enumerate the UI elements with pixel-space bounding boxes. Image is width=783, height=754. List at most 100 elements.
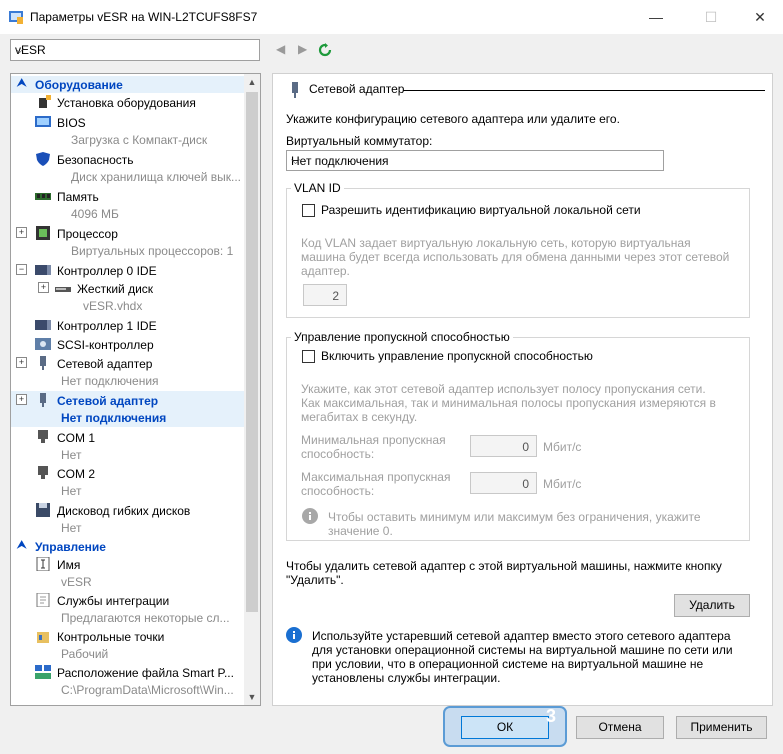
legacy-adapter-info: при условии, что в операционной системе …	[312, 657, 704, 671]
bandwidth-description: мегабитах в секунду.	[301, 410, 418, 424]
vlan-checkbox[interactable]	[302, 204, 315, 217]
scroll-up-icon[interactable]: ▲	[244, 74, 260, 90]
min-bandwidth-label: Минимальная пропускная	[301, 433, 446, 447]
bandwidth-info-text: Чтобы оставить минимум или максимум без …	[328, 510, 701, 524]
tree-item-com1[interactable]: COM 1 Нет	[11, 429, 244, 463]
legacy-adapter-info: для установки операционной системы на ви…	[312, 643, 733, 657]
tree-item-network-adapter-selected[interactable]: + Сетевой адаптер Нет подключения	[11, 391, 244, 427]
tree-item-ide-controller-0[interactable]: − Контроллер 0 IDE	[11, 262, 244, 280]
ide-controller-icon	[35, 265, 51, 275]
expand-icon[interactable]: +	[16, 394, 27, 405]
bandwidth-description: Как максимальная, так и минимальная поло…	[301, 396, 716, 410]
tree-item-memory[interactable]: Память 4096 МБ	[11, 188, 244, 222]
chevron-down-icon: ⌵	[15, 42, 25, 56]
network-adapter-icon	[40, 393, 46, 407]
max-bandwidth-label: способность:	[301, 484, 375, 498]
bandwidth-checkbox[interactable]	[302, 350, 315, 363]
tree-item-name[interactable]: Имя vESR	[11, 556, 244, 590]
name-field-icon	[36, 557, 50, 571]
com-port-icon	[38, 430, 48, 443]
forward-arrow-icon[interactable]: ▶	[298, 42, 307, 56]
shield-icon	[36, 152, 50, 166]
legacy-adapter-info: установлены службы интеграции.	[312, 671, 501, 685]
step-badge: 3	[546, 706, 557, 726]
scroll-thumb[interactable]	[246, 92, 258, 612]
minimize-button[interactable]: —	[633, 0, 679, 34]
tree-item-ide-controller-1[interactable]: Контроллер 1 IDE	[11, 317, 244, 335]
bandwidth-info-text: значение 0.	[328, 524, 393, 538]
settings-panel: Сетевой адаптер Укажите конфигурацию сет…	[272, 73, 773, 706]
title-divider	[403, 90, 765, 91]
tree-item-security[interactable]: Безопасность Диск хранилища ключей вык..…	[11, 151, 244, 185]
floppy-icon	[36, 503, 50, 517]
vm-select[interactable]: vESR ⌵	[10, 39, 260, 61]
virtual-switch-select[interactable]: Нет подключения ⌵	[286, 150, 664, 171]
back-arrow-icon[interactable]: ◀	[276, 42, 285, 56]
processor-icon	[36, 226, 50, 240]
tree-item-add-hardware[interactable]: Установка оборудования	[11, 94, 244, 112]
toolbar: vESR ⌵ ◀ ▶	[0, 34, 783, 68]
close-button[interactable]: ✕	[737, 0, 783, 34]
min-bandwidth-label: способность:	[301, 447, 375, 461]
collapse-node-icon[interactable]: −	[16, 264, 27, 275]
integration-services-icon	[36, 593, 50, 607]
add-hardware-icon	[39, 95, 51, 108]
scsi-controller-icon	[35, 338, 51, 350]
remove-instruction: Чтобы удалить сетевой адаптер с этой вир…	[286, 559, 722, 573]
scroll-down-icon[interactable]: ▼	[244, 689, 260, 705]
vlan-description: Код VLAN задает виртуальную локальную се…	[301, 236, 691, 250]
switch-label: Виртуальный коммутатор:	[286, 134, 433, 148]
bandwidth-group-label: Управление пропускной способностью	[291, 330, 513, 344]
apply-button[interactable]: Применить	[676, 716, 767, 739]
ide-controller-icon	[35, 320, 51, 330]
management-section-header[interactable]: ⮝ Управление	[11, 538, 244, 555]
window-title: Параметры vESR на WIN-L2TCUFS8FS7	[30, 10, 258, 24]
maximize-button[interactable]: ☐	[688, 0, 734, 34]
min-bandwidth-input[interactable]: 0	[470, 435, 537, 457]
collapse-icon: ⮝	[17, 77, 27, 89]
memory-icon	[35, 193, 51, 200]
tree-item-scsi-controller[interactable]: SCSI-контроллер	[11, 336, 244, 354]
bios-icon	[35, 116, 51, 127]
tree-item-checkpoints[interactable]: Контрольные точки Рабочий	[11, 628, 244, 662]
tree-scrollbar[interactable]: ▲ ▼	[244, 74, 260, 705]
tree-item-network-adapter[interactable]: + Сетевой адаптер Нет подключения	[11, 355, 244, 389]
expand-icon[interactable]: +	[38, 282, 49, 293]
checkpoint-icon	[37, 632, 49, 643]
panel-title: Сетевой адаптер	[309, 82, 405, 96]
settings-window-icon	[9, 11, 23, 24]
vlan-checkbox-label[interactable]: Разрешить идентификацию виртуальной лока…	[321, 203, 641, 217]
tree-item-smart-paging[interactable]: Расположение файла Smart P... C:\Program…	[11, 664, 244, 698]
vlan-id-input[interactable]: 2	[303, 284, 347, 306]
remove-instruction: "Удалить".	[286, 573, 344, 587]
tree-item-com2[interactable]: COM 2 Нет	[11, 465, 244, 499]
info-icon	[286, 627, 302, 643]
tree-item-hard-disk[interactable]: + Жесткий диск vESR.vhdx	[11, 280, 244, 314]
refresh-icon[interactable]	[318, 43, 332, 57]
info-icon	[302, 508, 318, 524]
smart-paging-icon	[35, 665, 51, 679]
ok-button[interactable]: ОК	[461, 716, 549, 739]
hardware-section-header[interactable]: ⮝ Оборудование	[11, 76, 244, 93]
network-adapter-icon	[40, 356, 46, 370]
com-port-icon	[38, 466, 48, 479]
tree-item-integration-services[interactable]: Службы интеграции Предлагаются некоторые…	[11, 592, 244, 626]
bandwidth-checkbox-label[interactable]: Включить управление пропускной способнос…	[321, 349, 593, 363]
tree-item-bios[interactable]: BIOS Загрузка с Компакт-диск	[11, 114, 244, 148]
max-bandwidth-input[interactable]: 0	[470, 472, 537, 494]
collapse-icon: ⮝	[17, 539, 27, 551]
hard-disk-icon	[55, 287, 71, 292]
expand-icon[interactable]: +	[16, 227, 27, 238]
intro-text: Укажите конфигурацию сетевого адаптера и…	[286, 112, 620, 126]
bandwidth-description: Укажите, как этот сетевой адаптер исполь…	[301, 382, 706, 396]
title-bar: Параметры vESR на WIN-L2TCUFS8FS7 — ☐ ✕	[0, 0, 783, 34]
settings-tree: ⮝ Оборудование Установка оборудования BI…	[10, 73, 261, 706]
expand-icon[interactable]: +	[16, 357, 27, 368]
network-adapter-icon	[292, 82, 298, 98]
tree-item-floppy[interactable]: Дисковод гибких дисков Нет	[11, 502, 244, 536]
tree-item-processor[interactable]: + Процессор Виртуальных процессоров: 1	[11, 225, 244, 259]
legacy-adapter-info: Используйте устаревший сетевой адаптер в…	[312, 629, 731, 643]
remove-button[interactable]: Удалить	[674, 594, 750, 617]
max-bandwidth-label: Максимальная пропускная	[301, 470, 451, 484]
cancel-button[interactable]: Отмена	[576, 716, 664, 739]
